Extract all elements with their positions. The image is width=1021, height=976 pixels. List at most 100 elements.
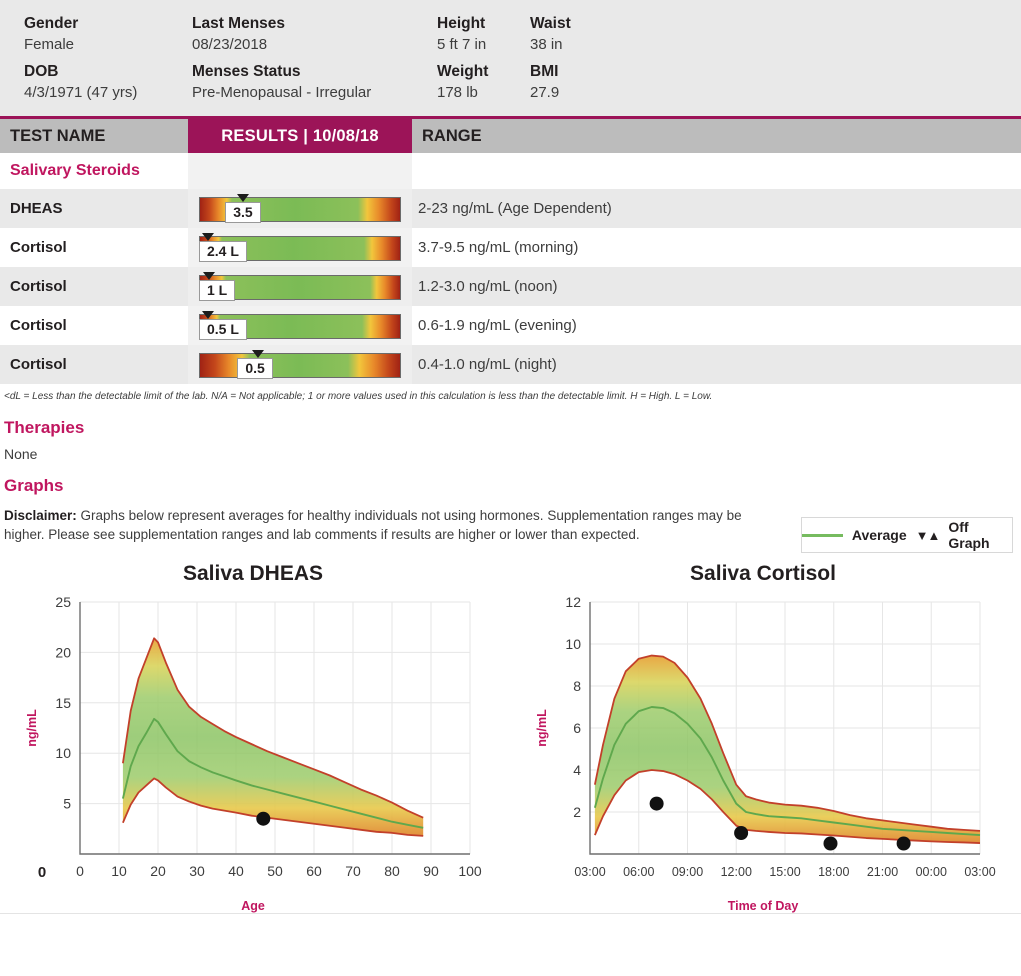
cell-result: 1 L [188, 267, 412, 306]
cell-test-name: DHEAS [0, 189, 188, 228]
cell-range: 0.4-1.0 ng/mL (night) [412, 345, 1021, 384]
table-row: Cortisol0.50.4-1.0 ng/mL (night) [0, 345, 1021, 384]
average-line-swatch-icon [802, 534, 843, 537]
test-name-label: DHEAS [0, 200, 188, 217]
y-axis-tick-label: 4 [573, 762, 581, 778]
range-text: 0.6-1.9 ng/mL (evening) [412, 317, 1021, 334]
page-bottom-divider [0, 913, 1021, 914]
x-axis-tick-label: 15:00 [769, 865, 800, 879]
cell-result: 3.5 [188, 189, 412, 228]
field-label: Waist [530, 13, 710, 34]
x-axis-tick-label: 03:00 [574, 865, 605, 879]
x-axis-tick-label: 40 [228, 863, 244, 879]
lab-results-table: TEST NAME RESULTS | 10/08/18 RANGE Saliv… [0, 119, 1021, 384]
cell-range: 3.7-9.5 ng/mL (morning) [412, 228, 1021, 267]
table-row: DHEAS3.52-23 ng/mL (Age Dependent) [0, 189, 1021, 228]
test-name-label: Cortisol [0, 317, 188, 334]
section-title-salivary-steroids: Salivary Steroids [0, 162, 140, 179]
cell-result: 0.5 [188, 345, 412, 384]
field-value: Pre-Menopausal - Irregular [192, 82, 437, 103]
result-meter: 1 L [199, 272, 401, 302]
column-header-results: RESULTS | 10/08/18 [188, 119, 412, 153]
y-axis-tick-label: 5 [63, 796, 71, 812]
meter-marker-icon [202, 233, 214, 241]
therapies-value: None [0, 438, 1021, 462]
x-axis-tick-label: 100 [458, 863, 482, 879]
cell-test-name: Cortisol [0, 306, 188, 345]
x-axis-tick-label: 21:00 [867, 865, 898, 879]
x-axis-tick-label: 50 [267, 863, 283, 879]
demographics-cell-waist: Waist 38 in [530, 13, 710, 55]
x-axis-tick-label: 18:00 [818, 865, 849, 879]
test-name-label: Cortisol [0, 356, 188, 373]
results-footnote: <dL = Less than the detectable limit of … [0, 384, 1021, 404]
chart-title: Saliva Cortisol [528, 562, 998, 586]
result-meter: 0.5 L [199, 311, 401, 341]
test-name-label: Cortisol [0, 239, 188, 256]
legend-label-average: Average [852, 527, 907, 543]
chart-x-axis-title: Time of Day [528, 899, 998, 913]
x-axis-tick-label: 90 [423, 863, 439, 879]
table-row: Cortisol 1 L 1.2-3.0 ng/mL (noon) [0, 267, 1021, 306]
cell-range: 1.2-3.0 ng/mL (noon) [412, 267, 1021, 306]
x-axis-tick-label: 20 [150, 863, 166, 879]
meter-marker-icon [237, 194, 249, 202]
heading-graphs: Graphs [0, 462, 1021, 496]
test-name-label: Cortisol [0, 278, 188, 295]
y-axis-tick-label: 10 [565, 636, 581, 652]
x-axis-tick-label: 00:00 [916, 865, 947, 879]
field-value: 4/3/1971 (47 yrs) [24, 82, 192, 103]
patient-result-point [256, 812, 270, 826]
section-result-spacer [188, 153, 412, 189]
demographics-cell-weight: Weight 178 lb [437, 61, 530, 103]
meter-marker-icon [252, 350, 264, 358]
field-value: 27.9 [530, 82, 710, 103]
patient-result-point [650, 797, 664, 811]
chart-saliva-dheas: Saliva DHEAS 510152025010203040506070809… [18, 562, 488, 913]
y-axis-tick-label: 8 [573, 678, 581, 694]
y-axis-tick-label: 12 [565, 594, 581, 610]
results-table-header: TEST NAME RESULTS | 10/08/18 RANGE [0, 119, 1021, 153]
meter-gradient-fill [200, 354, 400, 377]
chart-plot-area: 2 4 6 8 10 12 03:00 06:00 09:00 12:00 15:00 18:00 21… [528, 592, 998, 897]
field-value: Female [24, 34, 192, 55]
field-value: 38 in [530, 34, 710, 55]
reference-range-band [595, 656, 980, 844]
y-axis-tick-label: 2 [573, 804, 581, 820]
field-value: 08/23/2018 [192, 34, 437, 55]
patient-result-point [824, 837, 838, 851]
cell-result: 0.5 L [188, 306, 412, 345]
range-text: 1.2-3.0 ng/mL (noon) [412, 278, 1021, 295]
field-value: 178 lb [437, 82, 530, 103]
cell-test-name: Cortisol [0, 267, 188, 306]
off-graph-arrows-icon: ▼▲ [916, 528, 940, 543]
field-label: Menses Status [192, 61, 437, 82]
meter-marker-icon [203, 272, 215, 280]
cell-result: 2.4 L [188, 228, 412, 267]
result-meter: 2.4 L [199, 233, 401, 263]
y-axis-title: ng/mL [25, 709, 39, 747]
field-label: Last Menses [192, 13, 437, 34]
field-label: Weight [437, 61, 530, 82]
range-text: 2-23 ng/mL (Age Dependent) [412, 200, 1021, 217]
patient-result-point [897, 837, 911, 851]
x-axis-tick-label: 0 [76, 863, 84, 879]
y-axis-tick-label: 20 [55, 644, 71, 660]
chart-title: Saliva DHEAS [18, 562, 488, 586]
charts-area: Saliva DHEAS 510152025010203040506070809… [0, 562, 1021, 902]
chart-x-axis-title: Age [18, 899, 488, 913]
cell-range: 0.6-1.9 ng/mL (evening) [412, 306, 1021, 345]
column-header-test-name: TEST NAME [0, 119, 188, 153]
x-axis-tick-label: 06:00 [623, 865, 654, 879]
meter-gradient-bar [199, 353, 401, 378]
y-axis-tick-label: 10 [55, 745, 71, 761]
disclaimer-text: Graphs below represent averages for heal… [4, 508, 742, 542]
cell-range: 2-23 ng/mL (Age Dependent) [412, 189, 1021, 228]
result-value-badge: 0.5 L [199, 319, 247, 340]
y-axis-tick-label: 6 [573, 720, 581, 736]
demographics-cell-gender: Gender Female [0, 13, 192, 55]
table-row: Cortisol 2.4 L 3.7-9.5 ng/mL (morning) [0, 228, 1021, 267]
x-axis-tick-label: 12:00 [721, 865, 752, 879]
x-axis-tick-label: 09:00 [672, 865, 703, 879]
field-value: 5 ft 7 in [437, 34, 530, 55]
